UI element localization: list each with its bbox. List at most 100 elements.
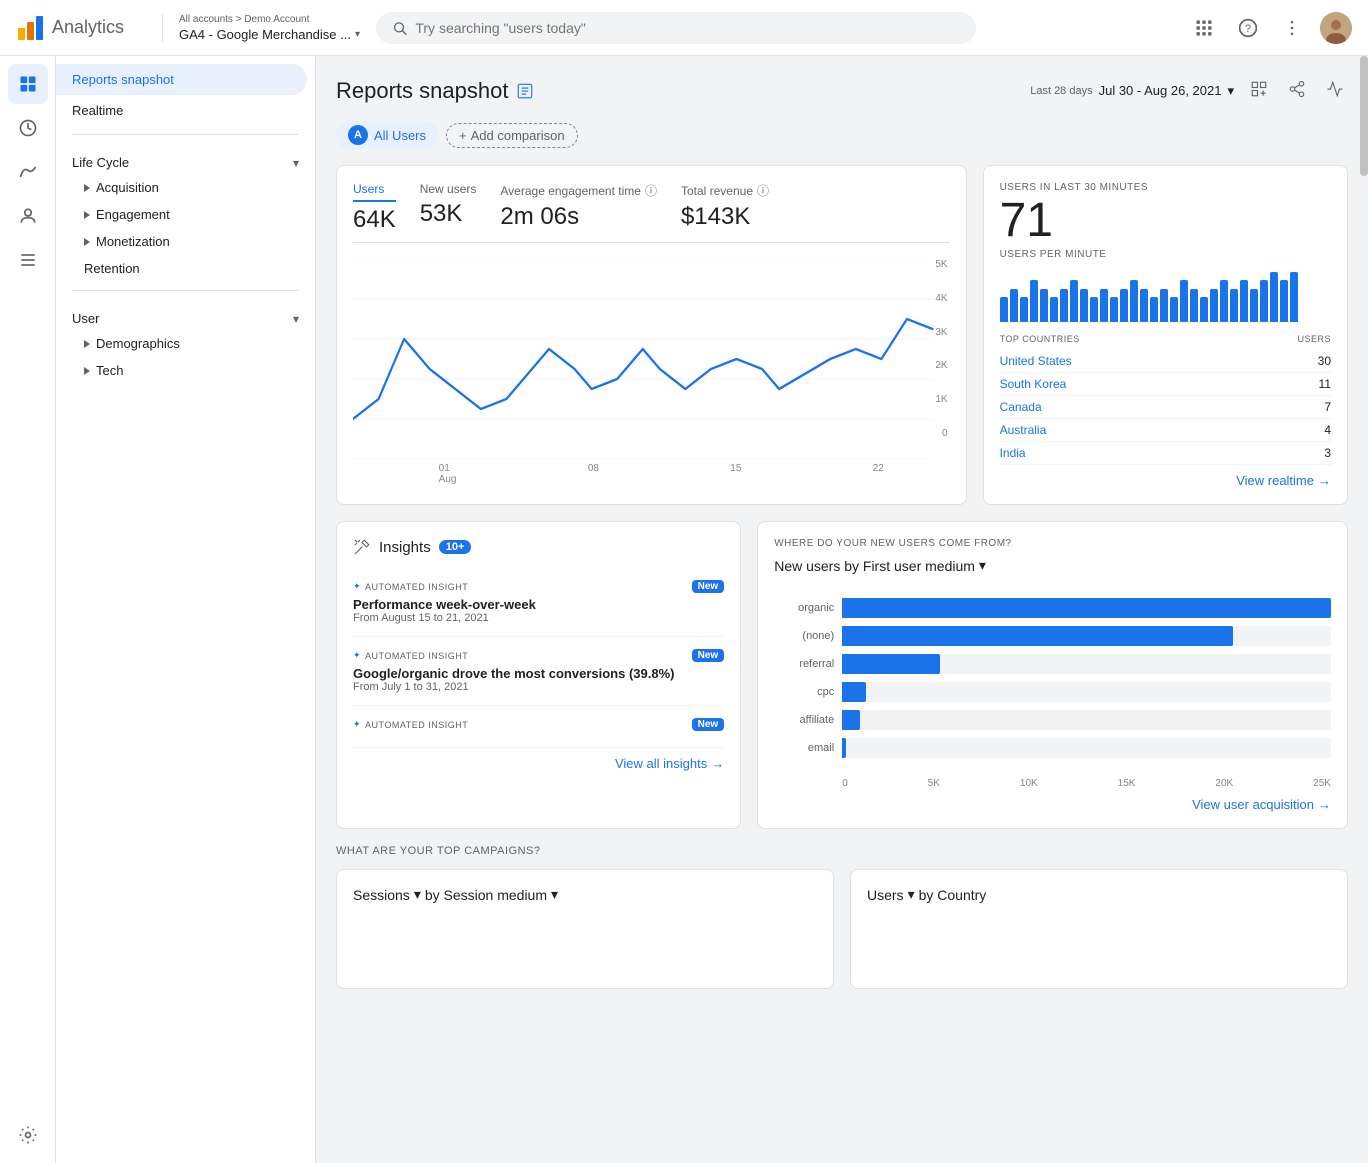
view-realtime-link[interactable]: View realtime → [1000, 473, 1331, 488]
nav-settings-icon[interactable] [8, 1115, 48, 1155]
countries-header: TOP COUNTRIES USERS [1000, 334, 1331, 344]
metric-new-users-value: 53K [420, 200, 477, 228]
metric-new-users[interactable]: New users 53K [420, 182, 477, 234]
scroll-thumb[interactable] [1360, 56, 1368, 176]
nav-list-icon[interactable] [8, 240, 48, 280]
hbar-fill [842, 710, 860, 730]
add-comparison-button[interactable]: + Add comparison [446, 123, 578, 148]
country-count: 30 [1318, 354, 1331, 368]
metric-users[interactable]: Users 64K [353, 182, 396, 234]
app-title: Analytics [52, 17, 124, 38]
country-name[interactable]: India [1000, 446, 1026, 460]
tech-expand-icon [84, 367, 90, 375]
sidebar-item-reports-snapshot[interactable]: Reports snapshot [56, 64, 307, 95]
hbar-fill [842, 654, 940, 674]
sidebar-section-user[interactable]: User ▾ [56, 299, 315, 330]
country-name[interactable]: South Korea [1000, 377, 1067, 391]
sidebar-item-monetization[interactable]: Monetization [56, 228, 315, 255]
hbar-row: (none) [774, 626, 1331, 646]
insight-date: From August 15 to 21, 2021 [353, 612, 724, 624]
line-chart-svg [353, 259, 950, 459]
comparison-bar: A All Users + Add comparison [336, 121, 1348, 149]
dropdown-chevron-icon: ▾ [979, 557, 986, 574]
realtime-bar [1080, 289, 1088, 322]
svg-text:?: ? [1245, 23, 1251, 35]
sidebar-item-acquisition[interactable]: Acquisition [56, 174, 315, 201]
hbar-label: (none) [774, 630, 834, 642]
insights-badge: 10+ [439, 540, 472, 554]
revenue-info-icon[interactable]: ⓘ [757, 182, 769, 199]
country-row: South Korea11 [1000, 373, 1331, 396]
nav-realtime-icon[interactable] [8, 108, 48, 148]
search-box [376, 12, 976, 44]
lifecycle-collapse-icon[interactable]: ▾ [293, 156, 299, 170]
insight-new-badge: New [692, 649, 725, 662]
nav-reports-icon[interactable] [8, 64, 48, 104]
metric-engagement-value: 2m 06s [500, 203, 657, 231]
page-title-icon [516, 82, 534, 100]
insight-meta: ✦ AUTOMATED INSIGHT New [353, 649, 724, 662]
hbar-track [842, 738, 1331, 758]
hbar-fill [842, 626, 1233, 646]
sidebar-item-engagement[interactable]: Engagement [56, 201, 315, 228]
realtime-bar [1290, 272, 1298, 322]
more-vert-icon[interactable] [1276, 12, 1308, 44]
user-collapse-icon[interactable]: ▾ [293, 312, 299, 326]
bottom-section-label: WHAT ARE YOUR TOP CAMPAIGNS? [336, 845, 1348, 857]
metric-revenue[interactable]: Total revenue ⓘ $143K [681, 182, 769, 234]
metric-engagement[interactable]: Average engagement time ⓘ 2m 06s [500, 182, 657, 234]
countries-list: United States30South Korea11Canada7Austr… [1000, 350, 1331, 465]
search-icon [392, 20, 407, 36]
dropdown-chevron-icon2: ▾ [551, 886, 558, 903]
hbar-track [842, 598, 1331, 618]
insight-title: Google/organic drove the most conversion… [353, 666, 724, 681]
sidebar-item-retention[interactable]: Retention [56, 255, 315, 282]
dropdown-chevron-icon: ▾ [908, 886, 915, 903]
engagement-info-icon[interactable]: ⓘ [645, 182, 657, 199]
apps-grid-icon[interactable] [1188, 12, 1220, 44]
sessions-card-title[interactable]: Sessions ▾ by Session medium ▾ [353, 886, 817, 903]
chip-label: All Users [374, 128, 426, 143]
insights-list: ✦ AUTOMATED INSIGHT New Performance week… [353, 568, 724, 748]
search-input[interactable] [415, 20, 960, 36]
sparkle-icon: ✦ [353, 581, 361, 592]
sparkle-icon: ✦ [353, 650, 361, 661]
share-icon[interactable] [1284, 76, 1310, 105]
realtime-sub-label: USERS PER MINUTE [1000, 249, 1331, 260]
sidebar-item-demographics[interactable]: Demographics [56, 330, 315, 357]
country-name[interactable]: Canada [1000, 400, 1042, 414]
insights-spark-icon[interactable] [1322, 76, 1348, 105]
account-switcher[interactable]: All accounts > Demo Account GA4 - Google… [162, 14, 360, 42]
new-users-chart-title[interactable]: New users by First user medium ▾ [774, 557, 986, 574]
customize-icon[interactable] [1246, 76, 1272, 105]
nav-user-icon[interactable] [8, 196, 48, 236]
users-card-title[interactable]: Users ▾ by Country [867, 886, 1331, 903]
sidebar-section-lifecycle[interactable]: Life Cycle ▾ [56, 143, 315, 174]
country-name[interactable]: United States [1000, 354, 1072, 368]
nav-lifecycle-icon[interactable] [8, 152, 48, 192]
insights-wand-icon [353, 538, 371, 556]
hbar-track [842, 626, 1331, 646]
view-all-insights-link[interactable]: View all insights → [353, 756, 724, 771]
main-content: Reports snapshot Last 28 days Jul 30 - A… [316, 56, 1368, 1163]
hbar-x-label: 15K [1118, 778, 1136, 789]
engagement-expand-icon [84, 211, 90, 219]
chart-y-labels: 5K 4K 3K 2K 1K 0 [935, 259, 949, 439]
insights-title: Insights [379, 539, 431, 556]
sidebar-item-tech[interactable]: Tech [56, 357, 315, 384]
view-acquisition-link[interactable]: View user acquisition → [774, 797, 1331, 812]
realtime-bar [1050, 297, 1058, 322]
all-users-chip[interactable]: A All Users [336, 121, 438, 149]
country-name[interactable]: Australia [1000, 423, 1047, 437]
chip-letter: A [348, 125, 368, 145]
help-icon[interactable]: ? [1232, 12, 1264, 44]
date-range-picker[interactable]: Last 28 days Jul 30 - Aug 26, 2021 ▾ [1030, 83, 1234, 99]
realtime-number: 71 [1000, 197, 1331, 245]
insight-type: ✦ AUTOMATED INSIGHT [353, 650, 468, 661]
hbar-track [842, 682, 1331, 702]
sidebar-item-realtime[interactable]: Realtime [56, 95, 307, 126]
realtime-bar [1110, 297, 1118, 322]
account-name[interactable]: GA4 - Google Merchandise ... ▾ [179, 27, 360, 42]
user-avatar[interactable] [1320, 12, 1352, 44]
insight-new-badge: New [692, 580, 725, 593]
